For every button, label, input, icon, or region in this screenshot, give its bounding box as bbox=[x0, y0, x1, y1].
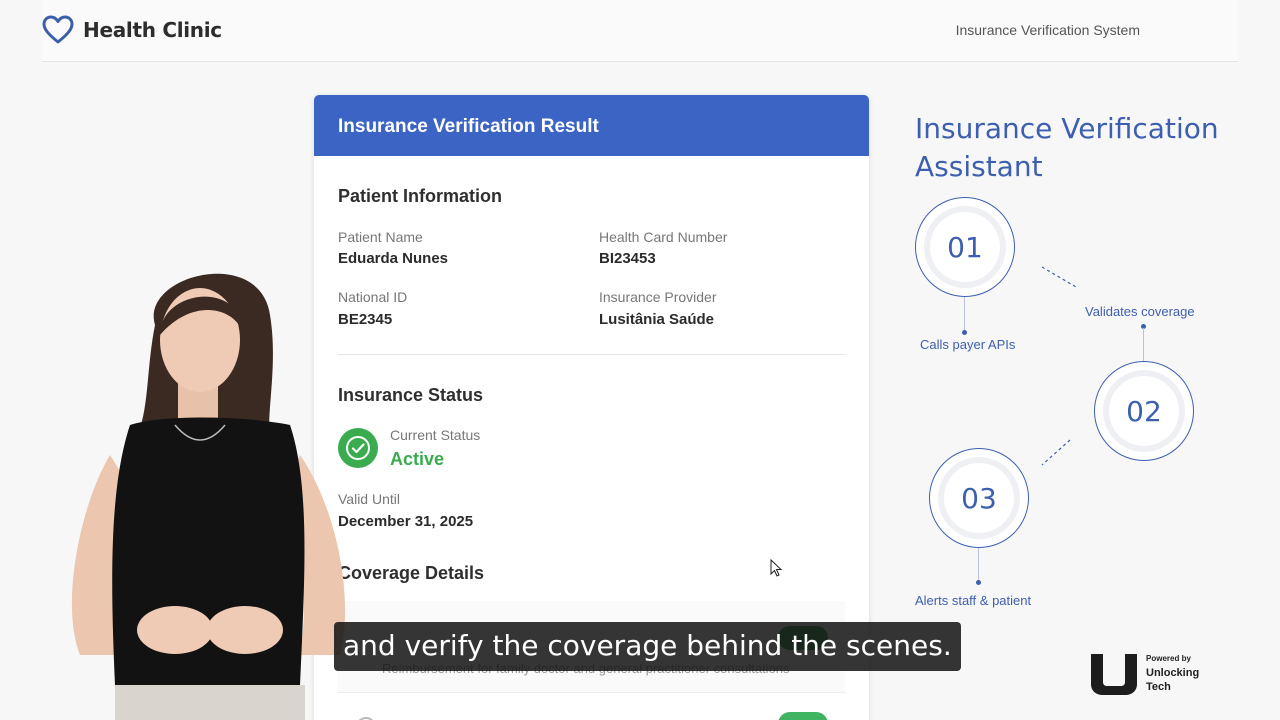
status-badge: Active bbox=[390, 449, 445, 469]
video-subtitle: and verify the coverage behind the scene… bbox=[334, 622, 961, 671]
insurance-provider-label: Insurance Provider bbox=[599, 289, 717, 305]
card-title: Insurance Verification Result bbox=[314, 95, 869, 156]
dashed-connector bbox=[1041, 439, 1071, 466]
brand-name: Health Clinic bbox=[83, 18, 222, 42]
step-circle-01: 01 bbox=[915, 197, 1015, 297]
current-status-label: Current Status bbox=[390, 427, 481, 443]
patient-info-heading: Patient Information bbox=[338, 186, 503, 206]
patient-name-label: Patient Name bbox=[338, 229, 423, 245]
connector-dot bbox=[962, 330, 967, 335]
health-card-value: BI23453 bbox=[599, 250, 656, 267]
step-number: 03 bbox=[938, 457, 1020, 539]
health-card-label: Health Card Number bbox=[599, 229, 728, 245]
insurance-provider-value: Lusitânia Saúde bbox=[599, 311, 715, 328]
step-number: 02 bbox=[1103, 370, 1185, 452]
step-circle-02: 02 bbox=[1094, 361, 1194, 461]
presenter-figure bbox=[71, 273, 346, 720]
system-title: Insurance Verification System bbox=[955, 22, 1140, 38]
connector-dot bbox=[976, 580, 981, 585]
unlocking-tech-logo-icon bbox=[1091, 654, 1137, 695]
app-header: Health Clinic Insurance Verification Sys… bbox=[42, 0, 1238, 62]
mouse-cursor-icon bbox=[770, 559, 783, 577]
step-circle-03: 03 bbox=[929, 448, 1029, 548]
assistant-title: Insurance Verification Assistant bbox=[915, 112, 1219, 183]
step-number: 01 bbox=[924, 206, 1006, 288]
powered-by-logo: Powered by Unlocking Tech bbox=[1089, 652, 1219, 698]
dashed-connector bbox=[1041, 266, 1077, 288]
connector-line bbox=[964, 297, 965, 332]
connector-line bbox=[978, 548, 979, 582]
powered-by-name: Unlocking Tech bbox=[1146, 667, 1200, 693]
heart-icon bbox=[42, 15, 74, 44]
connector-line bbox=[1143, 328, 1144, 362]
coverage-status-badge bbox=[778, 712, 828, 720]
step-label: Validates coverage bbox=[1085, 304, 1195, 319]
step-label: Alerts staff & patient bbox=[915, 593, 1032, 608]
step-label: Calls payer APIs bbox=[920, 337, 1016, 352]
brand[interactable]: Health Clinic bbox=[42, 14, 222, 46]
section-divider bbox=[338, 354, 845, 355]
powered-by-text: Powered by bbox=[1146, 654, 1191, 663]
